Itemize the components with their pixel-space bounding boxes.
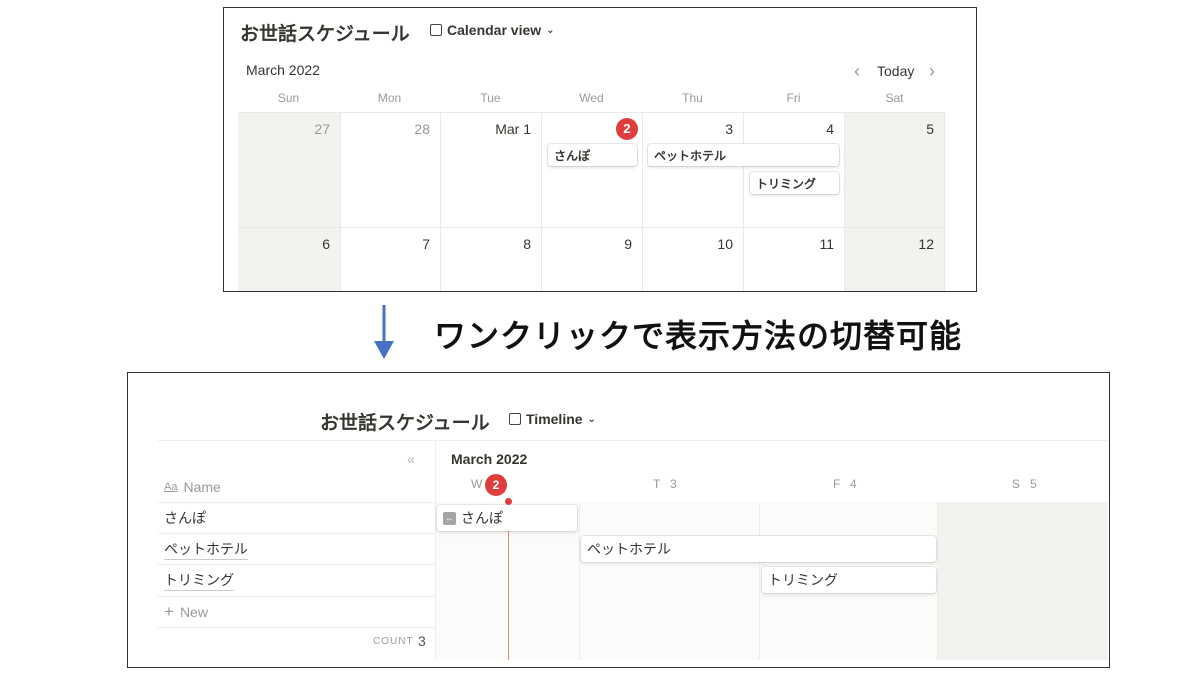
day-number: 8 [523,236,531,252]
day-number: 6 [322,236,330,252]
timeline-column-weekend [938,502,1108,660]
bar-label: ペットホテル [587,541,671,557]
day-cell[interactable]: 4 [744,113,845,228]
database-title: お世話スケジュール [240,24,410,45]
text-property-icon: Aa [164,481,178,493]
event-card-pet-hotel[interactable]: ペットホテル [648,144,839,166]
weekday-thu: Thu [682,91,703,105]
day-number: 11 [819,236,834,252]
day-cell[interactable]: 7 [341,228,441,291]
new-label: New [179,604,208,620]
day-cell[interactable]: 8 [441,228,542,291]
day-number: 4 [850,477,857,491]
calendar-grid: 27 28 Mar 1 2 3 4 5 6 7 8 9 10 11 12 さんぽ… [238,112,945,291]
new-row-button[interactable]: + New [158,597,435,628]
day-number: 3 [725,121,733,137]
day-number: 27 [314,121,330,137]
caption: ワンクリックで表示方法の切替可能 [434,318,963,354]
count-value: 3 [418,633,426,649]
table-row[interactable]: トリミング [158,565,435,597]
month-label: March 2022 [246,62,320,78]
day-cell-today[interactable]: 2 [542,113,643,228]
day-number: 10 [717,236,733,252]
day-number: 12 [918,236,934,252]
name-header-label: Name [183,479,221,495]
timeline-bar-pet-hotel[interactable]: ペットホテル [581,536,936,562]
timeline-bar-sanpo[interactable]: ← さんぽ [437,505,577,531]
day-letter: F [833,477,841,491]
bar-label: さんぽ [461,510,503,526]
day-number: 5 [1030,477,1037,491]
today-button[interactable]: Today [877,63,914,79]
count-label: COUNT [373,636,414,647]
day-cell[interactable]: 10 [643,228,744,291]
chevron-down-icon: ⌄ [587,413,596,425]
day-letter: W [471,477,483,491]
today-badge: 2 [616,118,638,140]
collapse-icon[interactable]: « [407,451,415,467]
day-cell[interactable]: 28 [341,113,441,228]
day-cell[interactable]: Mar 1 [441,113,542,228]
calendar-view-panel: お世話スケジュール Calendar view ⌄ March 2022 ‹ T… [223,7,977,292]
arrow-left-icon: ← [443,511,456,525]
weekday-sat: Sat [885,91,904,105]
table-row[interactable]: さんぽ [158,503,435,534]
day-cell[interactable]: 12 [845,228,945,291]
day-number: 7 [422,236,430,252]
down-arrow-icon [374,305,394,360]
timeline-month: March 2022 [451,451,528,467]
weekday-wed: Wed [579,91,604,105]
bar-label: トリミング [768,572,838,588]
row-name: さんぽ [164,510,206,526]
day-cell[interactable]: 5 [845,113,945,228]
day-cell[interactable]: 9 [542,228,643,291]
prev-month-button[interactable]: ‹ [854,61,860,82]
weekday-mon: Mon [377,91,402,105]
divider [158,440,1108,441]
day-cell[interactable]: 3 [643,113,744,228]
day-number: 3 [670,477,677,491]
view-label: Timeline [526,411,583,427]
plus-icon: + [164,602,174,621]
row-name: ペットホテル [164,539,248,560]
view-switcher[interactable]: Timeline ⌄ [509,411,596,427]
timeline-icon [509,413,521,425]
calendar-icon [430,24,442,36]
name-column-header[interactable]: Aa Name [158,472,435,503]
day-cell[interactable]: 27 [238,113,341,228]
day-number: 4 [826,121,834,137]
view-label: Calendar view [447,22,542,38]
event-card-sanpo[interactable]: さんぽ [548,144,637,166]
day-number: 9 [624,236,632,252]
day-cell[interactable]: 11 [744,228,845,291]
day-number: Mar 1 [495,121,531,137]
weekday-fri: Fri [786,91,801,105]
event-card-trimming[interactable]: トリミング [750,172,839,194]
today-badge: 2 [485,474,507,496]
view-switcher[interactable]: Calendar view ⌄ [430,22,555,38]
row-name: トリミング [164,570,234,591]
table-row[interactable]: ペットホテル [158,534,435,565]
day-letter: S [1012,477,1021,491]
day-number: 5 [926,121,934,137]
timeline-bar-trimming[interactable]: トリミング [762,567,936,593]
chevron-down-icon: ⌄ [546,24,555,36]
timeline-column [580,502,760,660]
weekday-tue: Tue [480,91,501,105]
next-month-button[interactable]: › [929,61,935,82]
day-letter: T [653,477,661,491]
day-number: 28 [414,121,430,137]
database-title: お世話スケジュール [320,413,490,434]
day-cell[interactable]: 6 [238,228,341,291]
weekday-sun: Sun [277,91,300,105]
